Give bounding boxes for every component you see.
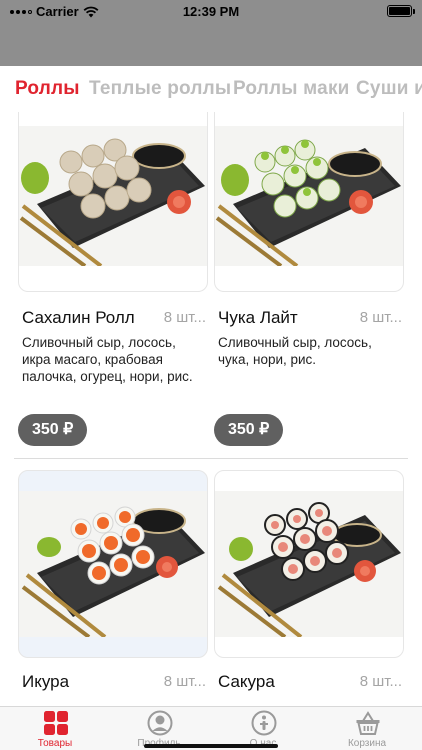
price-button[interactable]: 350 ₽ [214, 414, 284, 446]
product-quantity: 8 шт... [359, 309, 402, 326]
basket-icon [356, 711, 380, 735]
info-icon [251, 710, 277, 736]
product-quantity: 8 шт... [163, 309, 206, 326]
product-image-frame [214, 112, 404, 292]
home-indicator [144, 744, 278, 748]
sushi-roll-photo [215, 126, 403, 266]
tab-label: Корзина [347, 738, 387, 749]
tab-label: Товары [37, 738, 73, 749]
price-button[interactable]: 350 ₽ [18, 414, 88, 446]
product-card[interactable]: Чука Лайт 8 шт... Сливочный сыр, лосось,… [214, 112, 404, 448]
row-divider [14, 458, 408, 459]
product-card[interactable]: Сакура 8 шт... [214, 470, 404, 706]
sushi-roll-photo [215, 491, 403, 637]
sushi-roll-photo [19, 126, 207, 266]
battery-icon [387, 5, 415, 17]
header-backdrop: Carrier 12:39 PM [0, 0, 422, 66]
product-card[interactable]: Сахалин Ролл 8 шт... Сливочный сыр, лосо… [18, 112, 208, 448]
product-quantity: 8 шт... [359, 673, 402, 690]
product-image-frame [214, 470, 404, 658]
tab-warm-rolls[interactable]: Теплые роллы [89, 78, 231, 100]
product-description: Сливочный сыр, лосось, чука, нори, рис. [218, 335, 372, 367]
tab-rolls[interactable]: Роллы [15, 78, 80, 100]
tab-products[interactable]: Товары [2, 707, 108, 750]
tab-cart[interactable]: Корзина [314, 707, 420, 750]
category-tabs: Роллы Теплые роллы Роллы маки Суши и [0, 66, 422, 112]
product-image-frame [18, 112, 208, 292]
status-bar: Carrier 12:39 PM [0, 0, 422, 22]
status-time: 12:39 PM [182, 4, 240, 19]
product-image-frame [18, 470, 208, 658]
tab-maki-rolls[interactable]: Роллы маки [233, 78, 350, 100]
product-card[interactable]: Икура 8 шт... [18, 470, 208, 706]
product-name: Чука Лайт [218, 308, 298, 327]
tab-sushi[interactable]: Суши и [356, 78, 422, 100]
sushi-roll-photo [19, 491, 207, 637]
content-sheet: Роллы Теплые роллы Роллы маки Суши и Сах… [0, 66, 422, 706]
product-name: Сахалин Ролл [22, 308, 135, 327]
profile-icon [147, 710, 173, 736]
product-description: Сливочный сыр, лосось, икра масаго, краб… [22, 335, 193, 384]
grid-icon [44, 711, 68, 735]
product-name: Икура [22, 672, 70, 691]
product-name: Сакура [218, 672, 275, 691]
product-quantity: 8 шт... [163, 673, 206, 690]
